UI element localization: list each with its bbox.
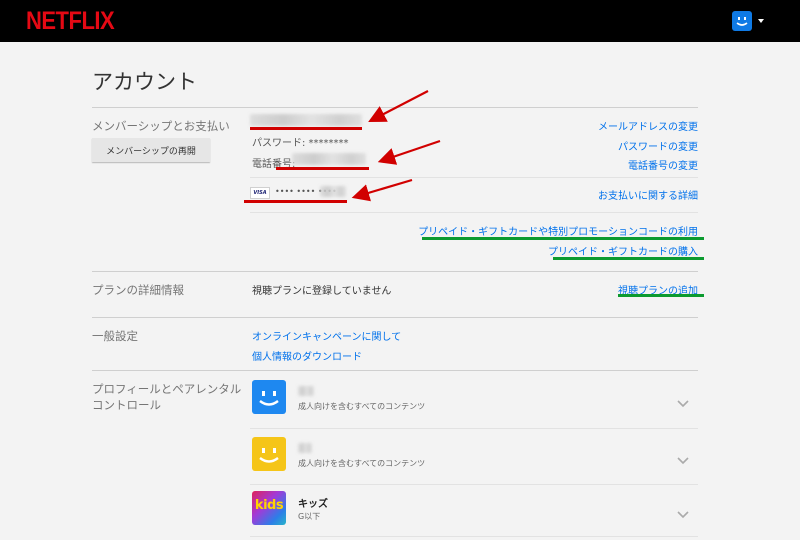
profile-desc: G以下 — [298, 512, 321, 521]
plan-section-label: プランの詳細情報 — [92, 283, 184, 297]
kids-logo-text: kids — [254, 498, 284, 513]
profile-menu-button[interactable] — [732, 11, 764, 33]
change-email-link[interactable]: メールアドレスの変更 — [598, 118, 698, 133]
chevron-down-icon[interactable] — [677, 393, 689, 408]
annotation-underline-plan — [618, 294, 704, 297]
change-phone-link[interactable]: 電話番号の変更 — [628, 157, 698, 172]
profiles-section-label-2: コントロール — [92, 398, 161, 412]
password-text: パスワード: ******** — [252, 138, 349, 149]
profile-desc: 成人向けを含むすべてのコンテンツ — [298, 402, 426, 411]
profile-avatar-yellow-icon[interactable] — [252, 437, 286, 471]
top-header: NETFLIX — [0, 0, 800, 42]
chevron-down-icon[interactable] — [677, 450, 689, 465]
profile-avatar-blue-icon[interactable] — [252, 380, 286, 414]
download-personal-info-link[interactable]: 個人情報のダウンロード — [252, 348, 362, 363]
billing-details-link[interactable]: お支払いに関する詳細 — [598, 187, 698, 202]
annotation-underline-buy-gift — [553, 257, 704, 260]
annotation-arrows — [351, 90, 441, 202]
resume-membership-button[interactable]: メンバーシップの再開 — [92, 138, 210, 162]
visa-card-icon: VISA — [250, 187, 270, 199]
membership-section-label: メンバーシップとお支払い — [92, 119, 230, 133]
profile-name-blurred — [298, 443, 312, 453]
profile-name-blurred — [298, 386, 314, 396]
subsection-divider — [250, 212, 698, 213]
smiley-avatar-icon — [732, 11, 752, 31]
profile-avatar-kids-icon[interactable]: kids — [252, 491, 286, 525]
annotation-arrow-card — [351, 178, 413, 202]
online-campaign-link[interactable]: オンラインキャンペーンに関して — [252, 328, 401, 343]
netflix-logo[interactable]: NETFLIX — [26, 6, 115, 36]
page-title: アカウント — [92, 70, 197, 94]
subsection-divider — [250, 177, 698, 178]
profile-desc: 成人向けを含むすべてのコンテンツ — [298, 459, 426, 468]
profiles-section-label: プロフィールとペアレンタル — [92, 382, 242, 396]
settings-section-label: 一般設定 — [92, 329, 138, 343]
section-divider — [92, 317, 698, 318]
annotation-arrow-email — [368, 90, 429, 123]
caret-down-icon — [758, 19, 764, 23]
annotation-underline-card — [244, 200, 347, 203]
profile-name: キッズ — [298, 499, 328, 510]
profile-divider — [250, 428, 698, 429]
change-password-link[interactable]: パスワードの変更 — [618, 138, 698, 153]
plan-status-text: 視聴プランに登録していません — [252, 286, 392, 297]
annotation-underline-redeem — [422, 237, 704, 240]
chevron-down-icon[interactable] — [677, 504, 689, 519]
redeem-gift-card-link[interactable]: プリペイド・ギフトカードや特別プロモーションコードの利用 — [418, 223, 698, 238]
section-divider — [92, 370, 698, 371]
section-divider — [92, 271, 698, 272]
profile-divider — [250, 536, 698, 537]
buy-gift-card-link[interactable]: プリペイド・ギフトカードの購入 — [548, 243, 698, 258]
profile-divider — [250, 484, 698, 485]
annotation-arrow-phone — [377, 139, 441, 165]
